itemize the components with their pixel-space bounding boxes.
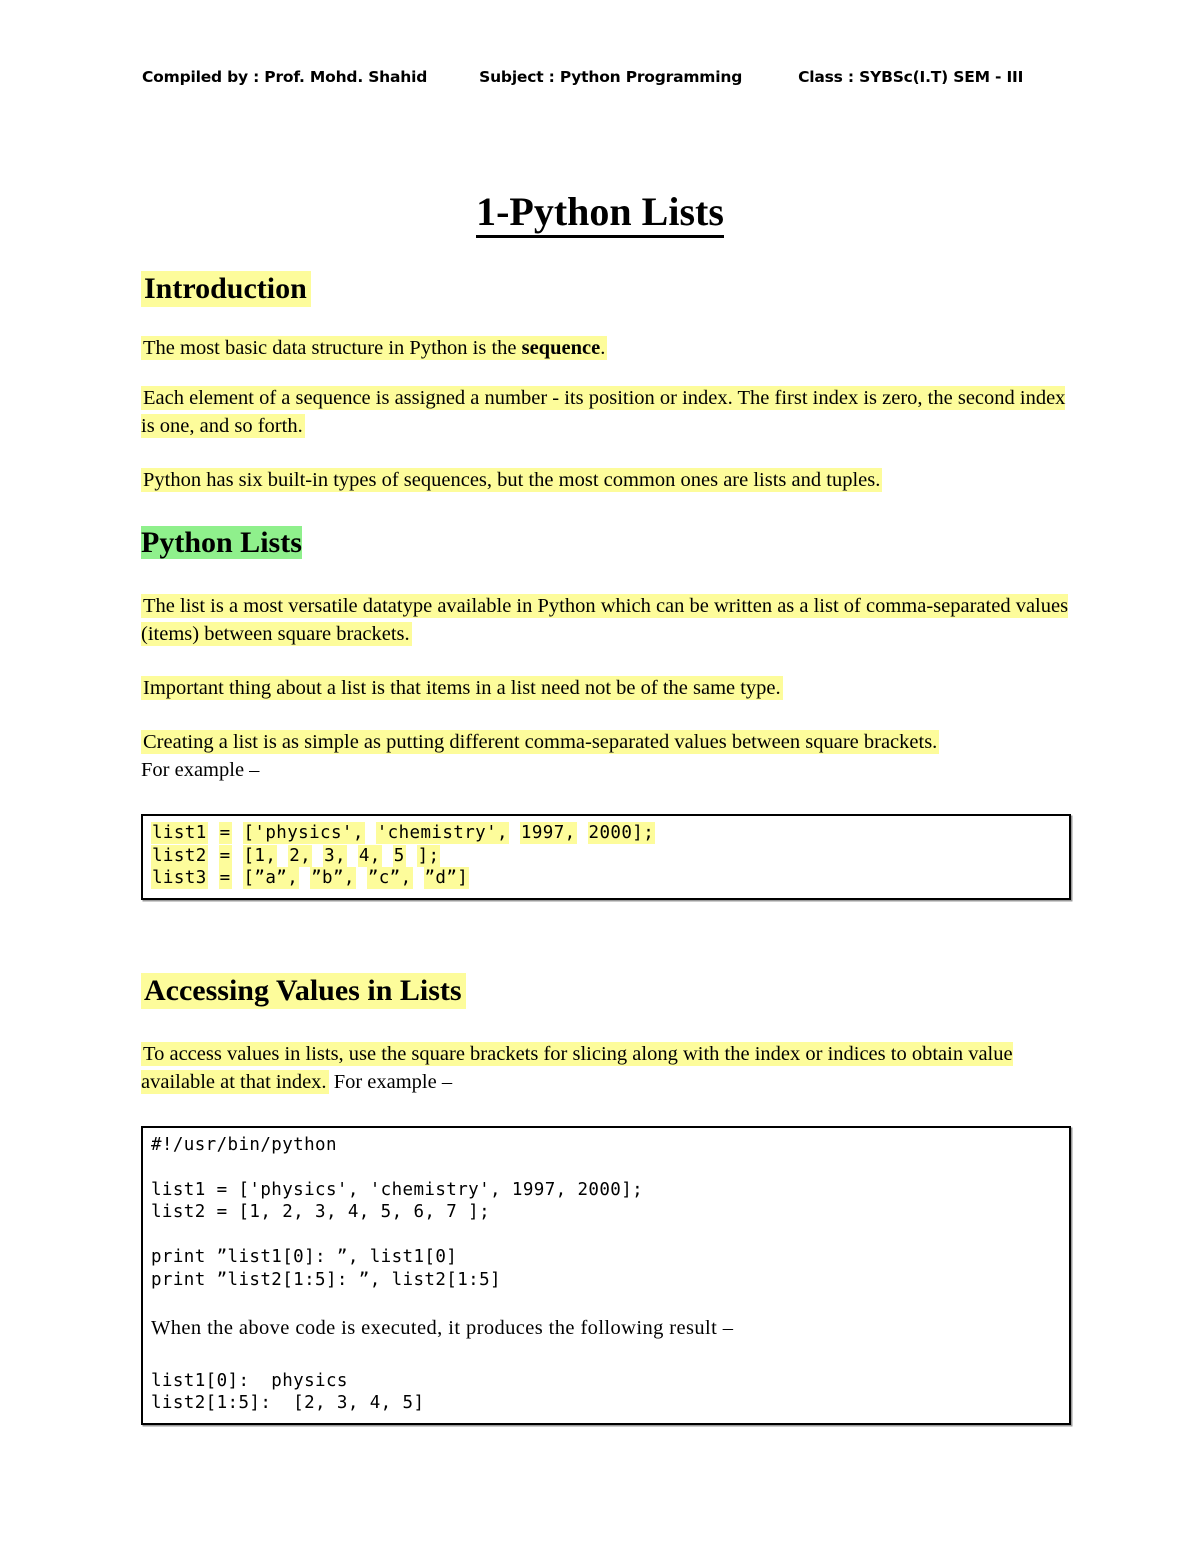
code-token: 4, bbox=[357, 844, 382, 867]
code-line: list2 = [1, 2, 3, 4, 5 ]; bbox=[151, 844, 1061, 868]
code-token: 'chemistry', bbox=[375, 822, 509, 844]
intro-paragraph-3: Python has six built-in types of sequenc… bbox=[141, 466, 1071, 494]
python-lists-paragraph-3: Creating a list is as simple as putting … bbox=[141, 728, 1071, 784]
code-line: list3 = [”a”, ”b”, ”c”, ”d”] bbox=[151, 867, 1061, 890]
code-line-output1: list1[0]: physics bbox=[151, 1370, 348, 1391]
header-class: Class : SYBSc(I.T) SEM - III bbox=[798, 68, 1024, 86]
section-heading-introduction-text: Introduction bbox=[141, 271, 311, 307]
code-token: list3 bbox=[151, 867, 208, 889]
code-token: [”a”, bbox=[242, 867, 300, 889]
intro-para2-text: Each element of a sequence is assigned a… bbox=[141, 386, 1066, 438]
code-line-print2: print ”list2[1:5]: ”, list2[1:5] bbox=[151, 1269, 501, 1290]
code-token: 1997, bbox=[519, 822, 577, 844]
code-line: list1 = ['physics', 'chemistry', 1997, 2… bbox=[151, 822, 1061, 845]
code-line-shebang: #!/usr/bin/python bbox=[151, 1134, 337, 1155]
python-lists-para1-text: The list is a most versatile datatype av… bbox=[141, 594, 1069, 646]
document-page: Compiled by : Prof. Mohd. Shahid Subject … bbox=[0, 0, 1200, 1553]
section-heading-introduction: Introduction bbox=[141, 270, 1071, 308]
section-heading-python-lists: Python Lists bbox=[141, 524, 1071, 562]
code-block-list-creation: list1 = ['physics', 'chemistry', 1997, 2… bbox=[141, 814, 1071, 900]
page-title: 1-Python Lists bbox=[0, 188, 1200, 238]
header-subject: Subject : Python Programming bbox=[479, 68, 743, 86]
document-running-header: Compiled by : Prof. Mohd. Shahid Subject … bbox=[142, 68, 1072, 86]
code-token: list1 bbox=[151, 822, 208, 844]
section-heading-accessing-values-text: Accessing Values in Lists bbox=[141, 972, 466, 1009]
code-token: = bbox=[218, 844, 232, 867]
code-token: ”d”] bbox=[423, 867, 470, 889]
document-body: Introduction The most basic data structu… bbox=[141, 270, 1071, 1425]
code-block-result-note: When the above code is executed, it prod… bbox=[151, 1316, 734, 1339]
code-token: [1, bbox=[242, 844, 278, 867]
accessing-values-paragraph-1: To access values in lists, use the squar… bbox=[141, 1040, 1071, 1096]
accessing-values-para1-plain: For example – bbox=[328, 1070, 453, 1093]
code-token: ]; bbox=[416, 844, 441, 867]
code-token: 2000]; bbox=[587, 822, 656, 844]
code-line-list2: list2 = [1, 2, 3, 4, 5, 6, 7 ]; bbox=[151, 1202, 491, 1222]
header-compiled-by: Compiled by : Prof. Mohd. Shahid bbox=[142, 68, 428, 86]
section-heading-accessing-values: Accessing Values in Lists bbox=[141, 972, 1071, 1010]
code-token: ”c”, bbox=[366, 867, 413, 889]
code-token: 3, bbox=[323, 844, 347, 867]
intro-paragraph-2: Each element of a sequence is assigned a… bbox=[141, 384, 1071, 440]
intro-para1-bold-sequence: sequence bbox=[521, 337, 601, 359]
python-lists-paragraph-1: The list is a most versatile datatype av… bbox=[141, 592, 1071, 648]
code-token: 2, bbox=[288, 844, 313, 867]
intro-para1-part-a: The most basic data structure in Python … bbox=[143, 337, 522, 359]
section-heading-python-lists-text: Python Lists bbox=[141, 526, 302, 559]
python-lists-para3-highlighted: Creating a list is as simple as putting … bbox=[141, 730, 940, 754]
code-line-output2: list2[1:5]: [2, 3, 4, 5] bbox=[151, 1393, 425, 1413]
code-line-print1: print ”list1[0]: ”, list1[0] bbox=[151, 1247, 458, 1267]
python-lists-paragraph-2: Important thing about a list is that ite… bbox=[141, 674, 1071, 702]
code-token: = bbox=[218, 822, 232, 844]
intro-para1-part-c: . bbox=[600, 337, 606, 359]
code-token: = bbox=[218, 867, 232, 889]
code-token: 5 bbox=[392, 844, 406, 867]
page-title-text: 1-Python Lists bbox=[476, 189, 724, 238]
python-lists-para3-plain: For example – bbox=[141, 759, 260, 781]
code-block-accessing-values: #!/usr/bin/python list1 = ['physics', 'c… bbox=[141, 1125, 1071, 1425]
python-lists-para2-text: Important thing about a list is that ite… bbox=[141, 676, 783, 700]
code-line-list1: list1 = ['physics', 'chemistry', 1997, 2… bbox=[151, 1179, 644, 1200]
code-token: list2 bbox=[151, 844, 208, 867]
accessing-values-para1-highlighted: To access values in lists, use the squar… bbox=[141, 1041, 1013, 1094]
code-token: ”b”, bbox=[310, 867, 356, 889]
intro-para3-text: Python has six built-in types of sequenc… bbox=[141, 468, 883, 492]
code-token: ['physics', bbox=[242, 822, 365, 844]
intro-paragraph-1: The most basic data structure in Python … bbox=[141, 334, 1071, 362]
